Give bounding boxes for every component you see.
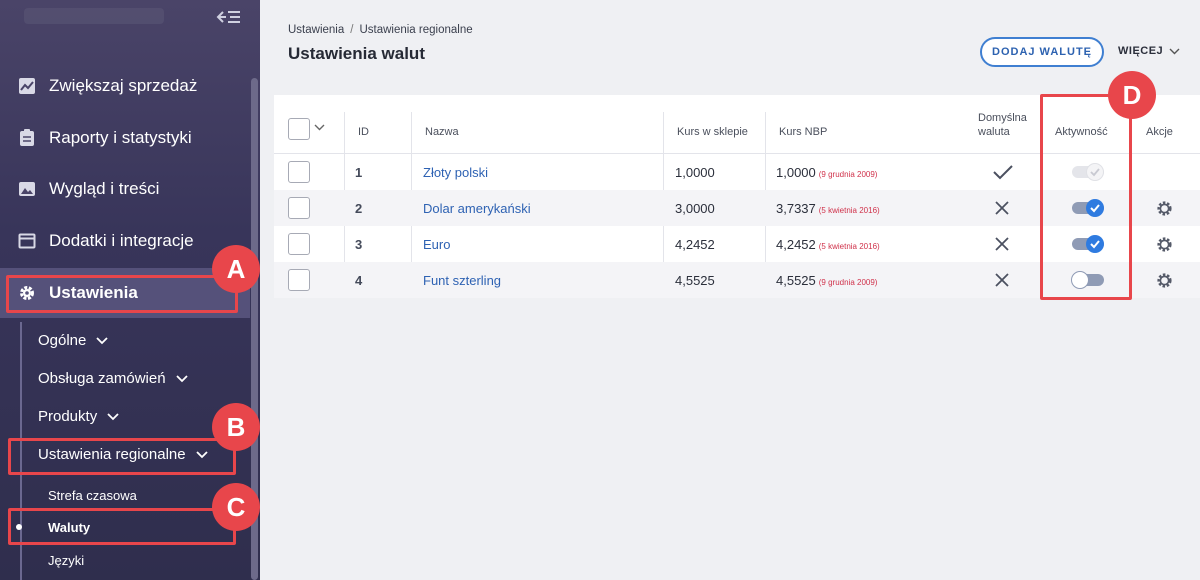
image-icon xyxy=(18,180,36,198)
shop-logo xyxy=(24,8,164,24)
callout-badge-b: B xyxy=(212,403,260,451)
add-currency-button[interactable]: DODAJ WALUTĘ xyxy=(980,37,1104,67)
cell-name[interactable]: Euro xyxy=(423,237,450,252)
callout-box-d xyxy=(1040,94,1132,300)
nbp-rate-date: (9 grudnia 2009) xyxy=(818,278,878,287)
callout-box-c xyxy=(8,508,236,545)
menu-item-label: Dodatki i integracje xyxy=(49,231,194,250)
header-id[interactable]: ID xyxy=(358,126,369,138)
nbp-rate-value: 3,7337 xyxy=(776,201,816,216)
cell-shop-rate: 3,0000 xyxy=(675,201,715,216)
cell-id: 1 xyxy=(355,165,363,180)
cell-name[interactable]: Dolar amerykański xyxy=(423,201,531,216)
menu-item-label: Zwiększaj sprzedaż xyxy=(49,76,198,95)
menu-item-reports[interactable]: Raporty i statystyki xyxy=(0,113,250,163)
cell-nbp-rate: 3,7337 (5 kwietnia 2016) xyxy=(776,201,880,216)
row-checkbox[interactable] xyxy=(288,161,310,183)
sidebar-header xyxy=(0,0,260,40)
not-default-x-icon[interactable] xyxy=(994,200,1010,221)
cell-nbp-rate: 4,5525 (9 grudnia 2009) xyxy=(776,273,877,288)
chevron-down-icon xyxy=(96,336,109,344)
header-default-line1[interactable]: Domyślna xyxy=(978,112,1027,124)
breadcrumb-separator: / xyxy=(350,24,354,36)
menu-item-label: Wygląd i treści xyxy=(49,179,160,198)
chart-icon xyxy=(18,77,36,95)
header-name[interactable]: Nazwa xyxy=(425,126,459,138)
cell-name[interactable]: Funt szterling xyxy=(423,273,501,288)
row-settings-gear-icon[interactable] xyxy=(1156,200,1173,222)
nbp-rate-value: 1,0000 xyxy=(776,165,816,180)
nbp-rate-date: (9 grudnia 2009) xyxy=(818,170,878,179)
chevron-down-icon[interactable] xyxy=(314,124,325,131)
header-shop-rate[interactable]: Kurs w sklepie xyxy=(677,126,748,138)
breadcrumb-current[interactable]: Ustawienia regionalne xyxy=(359,24,472,36)
callout-badge-d: D xyxy=(1108,71,1156,119)
collapse-sidebar-icon[interactable] xyxy=(216,8,242,28)
callout-box-b xyxy=(8,438,236,475)
window-icon xyxy=(18,232,36,250)
cell-name[interactable]: Złoty polski xyxy=(423,165,488,180)
submenu-item-languages[interactable]: Języki xyxy=(48,553,84,568)
row-checkbox[interactable] xyxy=(288,269,310,291)
chevron-down-icon xyxy=(1169,48,1180,54)
menu-item-addons[interactable]: Dodatki i integracje xyxy=(0,216,250,266)
callout-badge-c: C xyxy=(212,483,260,531)
cell-nbp-rate: 1,0000 (9 grudnia 2009) xyxy=(776,165,877,180)
submenu-item-label: Obsługa zamówień xyxy=(38,370,166,387)
row-settings-gear-icon[interactable] xyxy=(1156,236,1173,258)
cell-id: 3 xyxy=(355,237,363,252)
cell-id: 2 xyxy=(355,201,363,216)
page-title: Ustawienia walut xyxy=(288,44,425,63)
nbp-rate-date: (5 kwietnia 2016) xyxy=(818,206,880,215)
header-actions: Akcje xyxy=(1146,126,1173,138)
submenu-item-label: Ogólne xyxy=(38,332,87,349)
nbp-rate-value: 4,5525 xyxy=(776,273,816,288)
not-default-x-icon[interactable] xyxy=(994,236,1010,257)
more-dropdown[interactable]: WIĘCEJ xyxy=(1118,45,1180,57)
select-all-checkbox[interactable] xyxy=(288,118,310,140)
menu-item-appearance[interactable]: Wygląd i treści xyxy=(0,164,250,214)
header-nbp-rate[interactable]: Kurs NBP xyxy=(779,126,827,138)
menu-item-label: Raporty i statystyki xyxy=(49,128,192,147)
default-check-icon xyxy=(992,164,1014,185)
menu-item-sales[interactable]: Zwiększaj sprzedaż xyxy=(0,61,250,111)
breadcrumb-root[interactable]: Ustawienia xyxy=(288,24,344,36)
row-checkbox[interactable] xyxy=(288,197,310,219)
nbp-rate-date: (5 kwietnia 2016) xyxy=(818,242,880,251)
submenu-item-products[interactable]: Produkty xyxy=(38,408,119,425)
submenu-item-orders[interactable]: Obsługa zamówień xyxy=(38,370,188,387)
cell-shop-rate: 4,5525 xyxy=(675,273,715,288)
cell-nbp-rate: 4,2452 (5 kwietnia 2016) xyxy=(776,237,880,252)
header-default-line2[interactable]: waluta xyxy=(978,126,1010,138)
nbp-rate-value: 4,2452 xyxy=(776,237,816,252)
row-checkbox[interactable] xyxy=(288,233,310,255)
clipboard-icon xyxy=(18,129,36,147)
callout-badge-a: A xyxy=(212,245,260,293)
submenu-item-timezone[interactable]: Strefa czasowa xyxy=(48,488,137,503)
submenu-item-label: Produkty xyxy=(38,408,98,425)
callout-box-a xyxy=(6,275,238,313)
breadcrumb: Ustawienia / Ustawienia regionalne xyxy=(288,24,473,36)
not-default-x-icon[interactable] xyxy=(994,272,1010,293)
chevron-down-icon xyxy=(107,412,119,420)
chevron-down-icon xyxy=(175,374,188,382)
main-content: Ustawienia / Ustawienia regionalne Ustawie… xyxy=(260,0,1200,580)
submenu-item-general[interactable]: Ogólne xyxy=(38,332,109,349)
cell-shop-rate: 4,2452 xyxy=(675,237,715,252)
more-label: WIĘCEJ xyxy=(1118,45,1164,57)
cell-shop-rate: 1,0000 xyxy=(675,165,715,180)
row-settings-gear-icon[interactable] xyxy=(1156,272,1173,294)
cell-id: 4 xyxy=(355,273,363,288)
